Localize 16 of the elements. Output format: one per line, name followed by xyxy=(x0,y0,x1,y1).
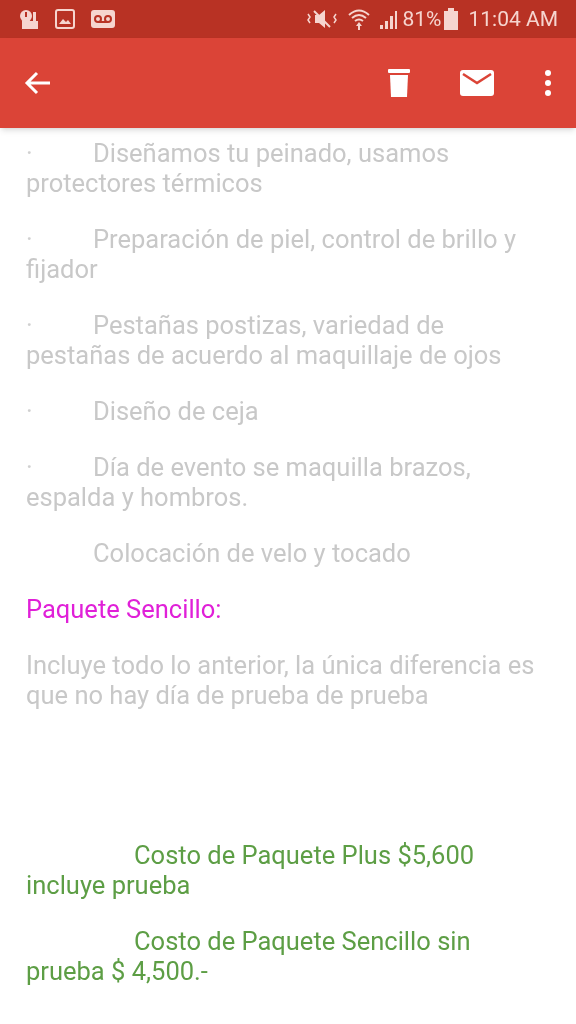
delete-button[interactable] xyxy=(388,68,410,98)
price-text: Costo de Paquete Sencillo sin prueba $ 4,500.- xyxy=(26,926,471,986)
battery-icon xyxy=(444,8,459,30)
alert-icon xyxy=(18,8,40,30)
more-button[interactable] xyxy=(544,69,552,97)
mute-icon xyxy=(306,9,339,29)
price-text: Costo de Paquete Plus $5,600 incluye prueba xyxy=(26,840,475,900)
voicemail-icon xyxy=(91,10,115,28)
section-heading: Paquete Sencillo: xyxy=(26,594,222,624)
signal-icon xyxy=(378,9,399,29)
wifi-icon xyxy=(348,8,371,30)
battery-percent: 81% xyxy=(402,8,442,30)
clock-time: 11:04 AM xyxy=(468,8,558,30)
back-button[interactable] xyxy=(24,69,52,97)
mail-button[interactable] xyxy=(460,70,494,96)
image-icon xyxy=(55,9,75,29)
